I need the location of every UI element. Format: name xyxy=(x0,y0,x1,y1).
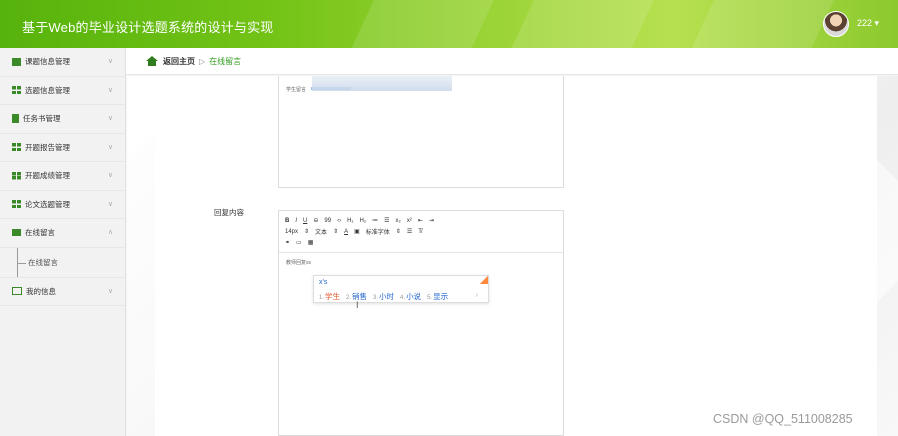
text-cursor-icon: I xyxy=(356,300,359,310)
indent-button[interactable]: ⇥ xyxy=(429,217,434,224)
ime-candidate-5[interactable]: 5.显示 xyxy=(427,291,448,302)
italic-button[interactable]: I xyxy=(295,218,297,224)
heading2-button[interactable]: H₂ xyxy=(359,218,366,224)
bold-button[interactable]: B xyxy=(285,218,289,224)
watermark: CSDN @QQ_511008285 xyxy=(713,412,853,426)
text-style-select[interactable]: 文本 xyxy=(315,227,327,236)
reply-content-label: 回复内容 xyxy=(214,208,244,217)
overlay-strip xyxy=(312,76,452,91)
sidebar-item-label: 选题信息管理 xyxy=(25,85,70,95)
chevron-down-icon: ∨ xyxy=(107,200,113,208)
code-button[interactable]: ‹› xyxy=(337,218,341,224)
align-button[interactable]: ☰ xyxy=(407,228,412,235)
sidebar-item-selection-management[interactable]: 选题信息管理 ∨ xyxy=(0,77,125,105)
link-button[interactable]: ⚭ xyxy=(285,239,290,246)
sidebar-item-label: 课题信息管理 xyxy=(25,57,70,67)
subscript-button[interactable]: x₂ xyxy=(396,218,401,224)
chevron-down-icon: ∨ xyxy=(107,143,113,151)
ime-logo-icon xyxy=(480,276,488,284)
header-decoration xyxy=(341,0,499,48)
sidebar-item-label: 论文选题管理 xyxy=(25,199,70,209)
grid-icon xyxy=(12,200,21,209)
reply-editor[interactable]: B I U ⊖ 99 ‹› H₁ H₂ ≔ ☰ x₂ x² ⇤ ⇥ 14px ⇕… xyxy=(278,210,564,436)
sidebar-item-label: 我的信息 xyxy=(26,286,56,296)
student-message-label: 学生留言 xyxy=(286,87,307,93)
text-style-arrow-icon[interactable]: ⇕ xyxy=(333,228,338,235)
chevron-down-icon: ∨ xyxy=(107,58,113,65)
editor-toolbar: B I U ⊖ 99 ‹› H₁ H₂ ≔ ☰ x₂ x² ⇤ ⇥ 14px ⇕… xyxy=(279,211,563,253)
outdent-button[interactable]: ⇤ xyxy=(418,217,423,224)
sidebar-item-thesis-topic-management[interactable]: 论文选题管理 ∨ xyxy=(0,191,125,219)
sidebar-item-label: 开题成绩管理 xyxy=(25,171,70,181)
grid-icon xyxy=(12,86,21,95)
header-decoration xyxy=(501,0,659,48)
grid-icon xyxy=(12,171,21,180)
clear-format-button[interactable]: T̸ xyxy=(418,229,422,235)
sidebar-item-label: 任务书管理 xyxy=(23,114,61,124)
avatar[interactable] xyxy=(823,11,849,37)
user-menu[interactable]: 222 ▾ xyxy=(857,18,879,29)
app-title: 基于Web的毕业设计选题系统的设计与实现 xyxy=(22,20,274,35)
sidebar: 课题信息管理 ∨ 选题信息管理 ∨ 任务书管理 ∨ 开题报告管理 ∨ 开题成绩管… xyxy=(0,48,126,436)
sidebar-item-proposal-management[interactable]: 开题报告管理 ∨ xyxy=(0,134,125,162)
grid-icon xyxy=(12,143,21,152)
heading1-button[interactable]: H₁ xyxy=(347,218,353,224)
font-family-arrow-icon[interactable]: ⇕ xyxy=(396,228,401,235)
superscript-button[interactable]: x² xyxy=(407,218,412,224)
message-form-card: 学生留言 回复内容 B I U ⊖ 99 ‹› H₁ H₂ ≔ ☰ x₂ x² … xyxy=(155,76,877,436)
chevron-up-icon: ∧ xyxy=(107,229,113,236)
chevron-down-icon: ∨ xyxy=(107,287,113,295)
sidebar-item-online-message[interactable]: 在线留言 ∧ xyxy=(0,219,125,248)
header-decoration xyxy=(681,0,839,48)
font-size-arrow-icon[interactable]: ⇕ xyxy=(304,228,309,235)
ime-composition: x's xyxy=(319,279,328,286)
sidebar-subitem-label: 在线留言 xyxy=(28,257,58,267)
teacher-icon xyxy=(12,57,21,66)
breadcrumb: 返回主页 ▷ 在线留言 xyxy=(126,48,898,75)
main-content: 学生留言 回复内容 B I U ⊖ 99 ‹› H₁ H₂ ≔ ☰ x₂ x² … xyxy=(127,76,898,436)
chevron-down-icon: ∨ xyxy=(107,86,113,94)
breadcrumb-separator: ▷ xyxy=(199,56,206,66)
image-button[interactable]: ▭ xyxy=(296,239,302,246)
quote-button[interactable]: 99 xyxy=(324,218,331,224)
document-icon xyxy=(12,114,19,124)
ime-next-page-icon[interactable]: › xyxy=(476,292,478,299)
strikethrough-button[interactable]: ⊖ xyxy=(313,217,318,224)
ime-candidate-1[interactable]: 1.学生 xyxy=(319,291,340,302)
font-size-select[interactable]: 14px xyxy=(285,229,298,235)
ime-candidate-4[interactable]: 4.小说 xyxy=(400,291,421,302)
message-icon xyxy=(12,229,21,237)
sidebar-subitem-online-message[interactable]: 在线留言 xyxy=(0,247,125,278)
font-color-button[interactable]: A xyxy=(344,229,348,235)
chevron-down-icon: ∨ xyxy=(107,172,113,179)
top-header: 基于Web的毕业设计选题系统的设计与实现 222 ▾ xyxy=(0,0,898,48)
underline-button[interactable]: U xyxy=(303,218,307,224)
editor-text-area[interactable]: 教师回复ss x's 1.学生 2.销售 3.小时 4.小说 5.显示 › I xyxy=(279,253,563,310)
toolbar-row-2: 14px ⇕ 文本 ⇕ A ▣ 标准字体 ⇕ ☰ T̸ xyxy=(285,226,557,237)
sidebar-item-label: 开题报告管理 xyxy=(25,142,70,152)
toolbar-row-1: B I U ⊖ 99 ‹› H₁ H₂ ≔ ☰ x₂ x² ⇤ ⇥ xyxy=(285,215,557,226)
breadcrumb-home-link[interactable]: 返回主页 xyxy=(163,56,195,67)
sidebar-item-my-info[interactable]: 我的信息 ∨ xyxy=(0,278,125,306)
breadcrumb-current[interactable]: 在线留言 xyxy=(209,56,241,67)
id-card-icon xyxy=(12,287,22,296)
home-icon[interactable] xyxy=(146,56,158,66)
ordered-list-button[interactable]: ≔ xyxy=(372,217,378,224)
sidebar-item-label: 在线留言 xyxy=(25,228,55,238)
bullet-list-button[interactable]: ☰ xyxy=(384,217,389,224)
ime-candidate-3[interactable]: 3.小时 xyxy=(373,291,394,302)
toolbar-row-3: ⚭ ▭ ▦ xyxy=(285,237,557,248)
background-color-button[interactable]: ▣ xyxy=(354,228,360,235)
table-button[interactable]: ▦ xyxy=(308,239,314,246)
sidebar-item-topic-management[interactable]: 课题信息管理 ∨ xyxy=(0,48,125,77)
student-message-box: 学生留言 xyxy=(278,76,564,188)
font-family-select[interactable]: 标准字体 xyxy=(366,227,390,236)
chevron-down-icon: ∨ xyxy=(107,115,113,122)
ime-candidate-popup[interactable]: x's 1.学生 2.销售 3.小时 4.小说 5.显示 › xyxy=(313,275,489,303)
sidebar-item-task-management[interactable]: 任务书管理 ∨ xyxy=(0,105,125,134)
sidebar-item-proposal-score-management[interactable]: 开题成绩管理 ∨ xyxy=(0,162,125,191)
ime-candidate-list: 1.学生 2.销售 3.小时 4.小说 5.显示 xyxy=(319,291,448,302)
editor-content: 教师回复ss xyxy=(286,260,312,266)
